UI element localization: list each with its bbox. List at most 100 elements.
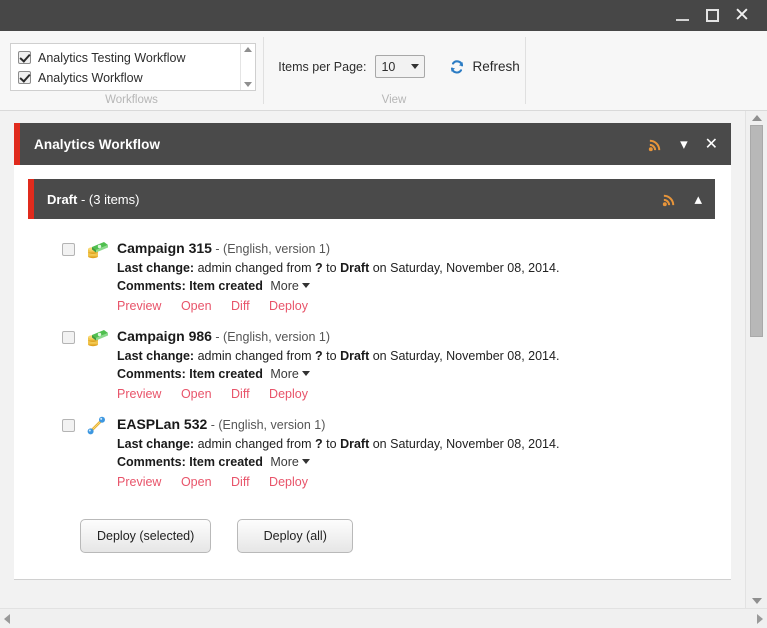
workflow-state-count: - (3 items) <box>80 191 140 207</box>
workflow-option-analytics-testing-workflow[interactable]: Analytics Testing Workflow <box>18 48 240 68</box>
workflow-item-row: Campaign 315 - (English, version 1) Last… <box>14 233 731 321</box>
refresh-button[interactable]: Refresh <box>449 59 520 75</box>
ribbon-group-label-workflows: Workflows <box>105 94 158 106</box>
open-link[interactable]: Open <box>181 475 212 489</box>
deploy-link[interactable]: Deploy <box>269 299 308 313</box>
vertical-scrollbar[interactable] <box>745 111 767 608</box>
workflow-option-label: Analytics Testing Workflow <box>38 50 186 65</box>
workflow-panel-header-icons: ▾ ✕ <box>631 136 731 152</box>
workflow-checkbox[interactable] <box>18 71 31 84</box>
from-state: ? <box>315 436 323 451</box>
workflow-state-title: Draft - (3 items) <box>34 192 139 207</box>
chevron-down-icon[interactable] <box>301 283 310 288</box>
workflows-listbox-items: Analytics Testing Workflow Analytics Wor… <box>11 44 240 90</box>
workflow-panel: Analytics Workflow ▾ ✕ Draft - (3 items) <box>14 123 731 580</box>
preview-link[interactable]: Preview <box>117 299 161 313</box>
deploy-link[interactable]: Deploy <box>269 387 308 401</box>
chevron-down-icon[interactable] <box>301 459 310 464</box>
vertical-scrollbar-thumb[interactable] <box>750 125 763 337</box>
workflow-item-actions: Preview Open Diff Deploy <box>117 297 559 316</box>
comments-value: Item created <box>189 455 263 469</box>
workflow-item-comments: Comments: Item created More <box>117 277 559 296</box>
ribbon-group-workflows: Analytics Testing Workflow Analytics Wor… <box>0 31 263 110</box>
chevron-down-icon[interactable] <box>301 371 310 376</box>
workflow-panel-title: Analytics Workflow <box>34 136 161 152</box>
item-select-checkbox[interactable] <box>62 419 75 432</box>
workflow-item-name: EASPLan 532 <box>117 416 208 432</box>
close-icon[interactable]: ✕ <box>705 136 718 152</box>
workflow-item-actions: Preview Open Diff Deploy <box>117 385 559 404</box>
scroll-down-icon[interactable] <box>751 598 762 604</box>
workflow-scroll-area: Analytics Workflow ▾ ✕ Draft - (3 items) <box>0 111 745 608</box>
chevron-up-icon[interactable]: ▴ <box>694 191 702 207</box>
workflow-item-body: Campaign 986 - (English, version 1) Last… <box>117 327 559 403</box>
window-maximize-button[interactable] <box>697 2 727 30</box>
ribbon-group-label-view: View <box>381 94 407 106</box>
workflow-items-list: Campaign 315 - (English, version 1) Last… <box>14 219 731 497</box>
workflow-option-label: Analytics Workflow <box>38 70 143 85</box>
scroll-up-icon[interactable] <box>244 46 252 52</box>
last-change-post: on Saturday, November 08, 2014. <box>372 260 560 275</box>
scroll-down-icon[interactable] <box>244 81 252 87</box>
window-title-bar: ✕ <box>0 0 767 31</box>
more-button[interactable]: More <box>270 367 298 381</box>
item-select-checkbox[interactable] <box>62 331 75 344</box>
workflows-listbox[interactable]: Analytics Testing Workflow Analytics Wor… <box>10 42 256 91</box>
more-button[interactable]: More <box>270 279 298 293</box>
refresh-label: Refresh <box>472 59 520 74</box>
scroll-left-icon[interactable] <box>4 613 10 624</box>
workflow-item-last-change: Last change: admin changed from ? to Dra… <box>117 347 559 366</box>
deploy-link[interactable]: Deploy <box>269 475 308 489</box>
diff-link[interactable]: Diff <box>231 299 250 313</box>
to-state: Draft <box>340 348 370 363</box>
horizontal-scrollbar[interactable] <box>0 608 767 628</box>
deploy-selected-button[interactable]: Deploy (selected) <box>80 519 212 553</box>
last-change-label: Last change: <box>117 348 195 363</box>
workflow-item-title-line: Campaign 315 - (English, version 1) <box>117 239 559 259</box>
diff-link[interactable]: Diff <box>231 475 250 489</box>
window-close-button[interactable]: ✕ <box>727 2 757 30</box>
ribbon-group-empty <box>525 31 767 110</box>
scroll-right-icon[interactable] <box>757 613 763 624</box>
workflow-item-name: Campaign 986 <box>117 328 212 344</box>
workflow-checkbox[interactable] <box>18 51 31 64</box>
workflow-item-row: EASPLan 532 - (English, version 1) Last … <box>14 409 731 497</box>
workflow-item-suffix: - (English, version 1) <box>210 418 326 432</box>
rss-icon[interactable] <box>648 137 663 152</box>
comments-label: Comments: <box>117 455 186 469</box>
plan-node-icon <box>87 416 105 435</box>
last-change-post: on Saturday, November 08, 2014. <box>372 436 560 451</box>
deploy-all-button[interactable]: Deploy (all) <box>237 519 354 553</box>
open-link[interactable]: Open <box>181 299 212 313</box>
comments-value: Item created <box>189 279 263 293</box>
rss-icon[interactable] <box>662 192 677 207</box>
more-button[interactable]: More <box>270 455 298 469</box>
window-minimize-button[interactable] <box>667 2 697 30</box>
item-select-checkbox[interactable] <box>62 243 75 256</box>
last-change-label: Last change: <box>117 436 195 451</box>
content-area: Analytics Workflow ▾ ✕ Draft - (3 items) <box>0 111 767 608</box>
minimize-icon <box>675 19 689 21</box>
workflow-item-row: Campaign 986 - (English, version 1) Last… <box>14 321 731 409</box>
items-per-page-select[interactable]: 10 <box>375 55 426 78</box>
workflows-listbox-scrollbar[interactable] <box>240 43 255 90</box>
chevron-down-icon[interactable]: ▾ <box>680 136 688 152</box>
diff-link[interactable]: Diff <box>231 387 250 401</box>
workflow-panel-header: Analytics Workflow ▾ ✕ <box>14 123 731 165</box>
ribbon-group-view: Items per Page: 10 Refresh View <box>263 31 525 110</box>
workflow-option-analytics-workflow[interactable]: Analytics Workflow <box>18 68 240 88</box>
last-change-label: Last change: <box>117 260 195 275</box>
workflow-state-header: Draft - (3 items) ▴ <box>28 179 715 219</box>
workflow-item-comments: Comments: Item created More <box>117 453 559 472</box>
view-controls-row: Items per Page: 10 Refresh <box>268 55 520 78</box>
open-link[interactable]: Open <box>181 387 212 401</box>
to-word: to <box>326 348 337 363</box>
view-group-body: Items per Page: 10 Refresh <box>268 39 520 94</box>
scroll-up-icon[interactable] <box>751 115 762 121</box>
last-change-pre: admin changed from <box>197 348 312 363</box>
preview-link[interactable]: Preview <box>117 475 161 489</box>
workflow-item-title-line: EASPLan 532 - (English, version 1) <box>117 415 559 435</box>
items-per-page-value: 10 <box>381 59 396 74</box>
workflow-item-last-change: Last change: admin changed from ? to Dra… <box>117 435 559 454</box>
preview-link[interactable]: Preview <box>117 387 161 401</box>
